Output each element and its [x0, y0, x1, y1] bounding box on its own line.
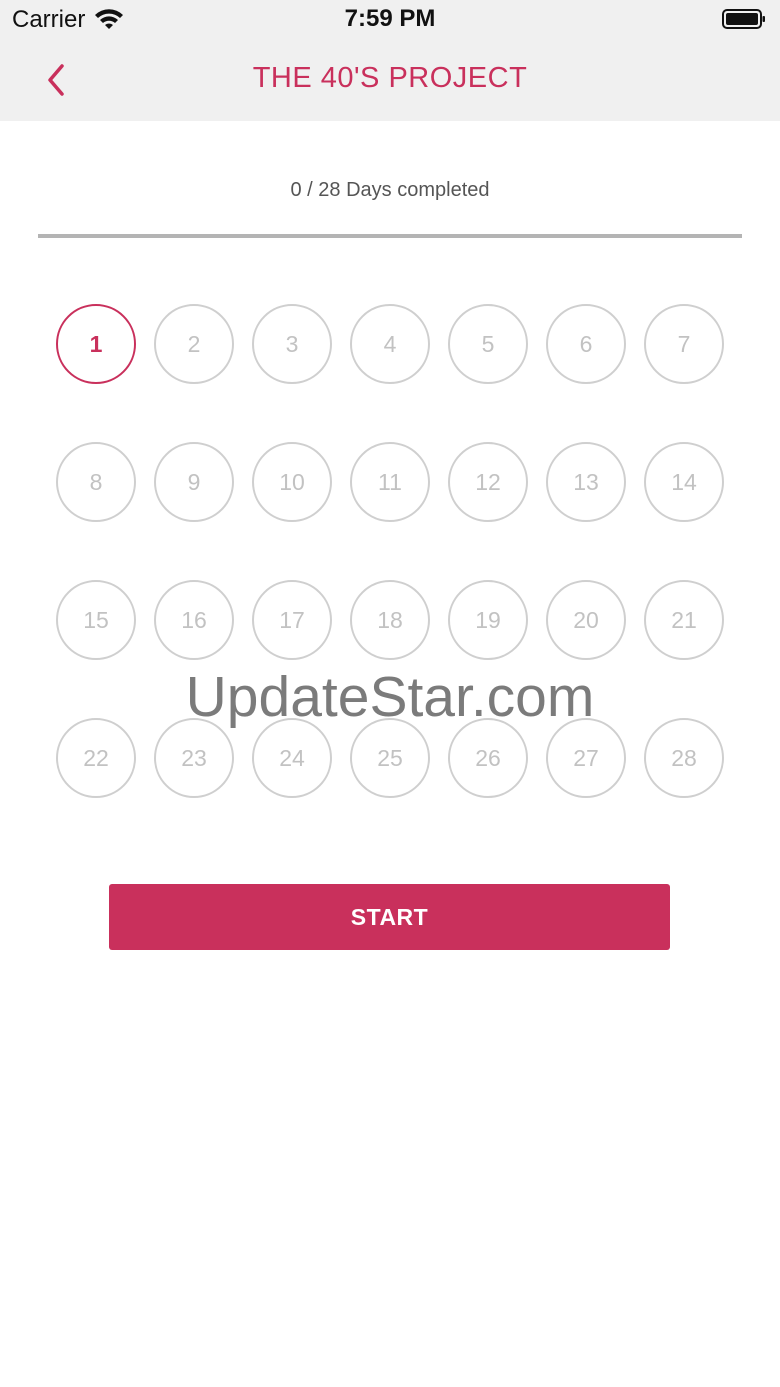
day-circle-6[interactable]: 6: [546, 304, 626, 384]
day-circle-20[interactable]: 20: [546, 580, 626, 660]
day-circle-16[interactable]: 16: [154, 580, 234, 660]
progress-bar: [38, 234, 742, 238]
day-grid: 1 2 3 4 5 6 7 8 9 10 11 12 13 14 15 16 17 18 19 20 21 22 23 24 2…: [56, 304, 724, 798]
day-circle-7[interactable]: 7: [644, 304, 724, 384]
day-circle-15[interactable]: 15: [56, 580, 136, 660]
day-circle-14[interactable]: 14: [644, 442, 724, 522]
day-circle-19[interactable]: 19: [448, 580, 528, 660]
progress-label: 0 / 28 Days completed: [290, 179, 490, 201]
day-circle-22[interactable]: 22: [56, 718, 136, 798]
day-circle-28[interactable]: 28: [644, 718, 724, 798]
page-title: THE 40'S PROJECT: [252, 62, 528, 94]
day-circle-13[interactable]: 13: [546, 442, 626, 522]
day-circle-1[interactable]: 1: [56, 304, 136, 384]
screen: Carrier 7:59 PM THE 40'S PROJECT 0 / 28 …: [0, 0, 780, 1387]
day-circle-25[interactable]: 25: [350, 718, 430, 798]
status-time: 7:59 PM: [344, 5, 436, 32]
day-circle-2[interactable]: 2: [154, 304, 234, 384]
day-circle-4[interactable]: 4: [350, 304, 430, 384]
day-circle-11[interactable]: 11: [350, 442, 430, 522]
start-button[interactable]: START: [109, 884, 670, 950]
day-circle-27[interactable]: 27: [546, 718, 626, 798]
day-circle-3[interactable]: 3: [252, 304, 332, 384]
day-circle-18[interactable]: 18: [350, 580, 430, 660]
day-circle-24[interactable]: 24: [252, 718, 332, 798]
day-circle-8[interactable]: 8: [56, 442, 136, 522]
day-circle-5[interactable]: 5: [448, 304, 528, 384]
day-circle-12[interactable]: 12: [448, 442, 528, 522]
top-bar: Carrier 7:59 PM THE 40'S PROJECT: [0, 0, 780, 121]
day-circle-17[interactable]: 17: [252, 580, 332, 660]
day-circle-26[interactable]: 26: [448, 718, 528, 798]
day-circle-9[interactable]: 9: [154, 442, 234, 522]
day-circle-23[interactable]: 23: [154, 718, 234, 798]
battery-icon: [722, 9, 765, 29]
day-circle-10[interactable]: 10: [252, 442, 332, 522]
day-circle-21[interactable]: 21: [644, 580, 724, 660]
